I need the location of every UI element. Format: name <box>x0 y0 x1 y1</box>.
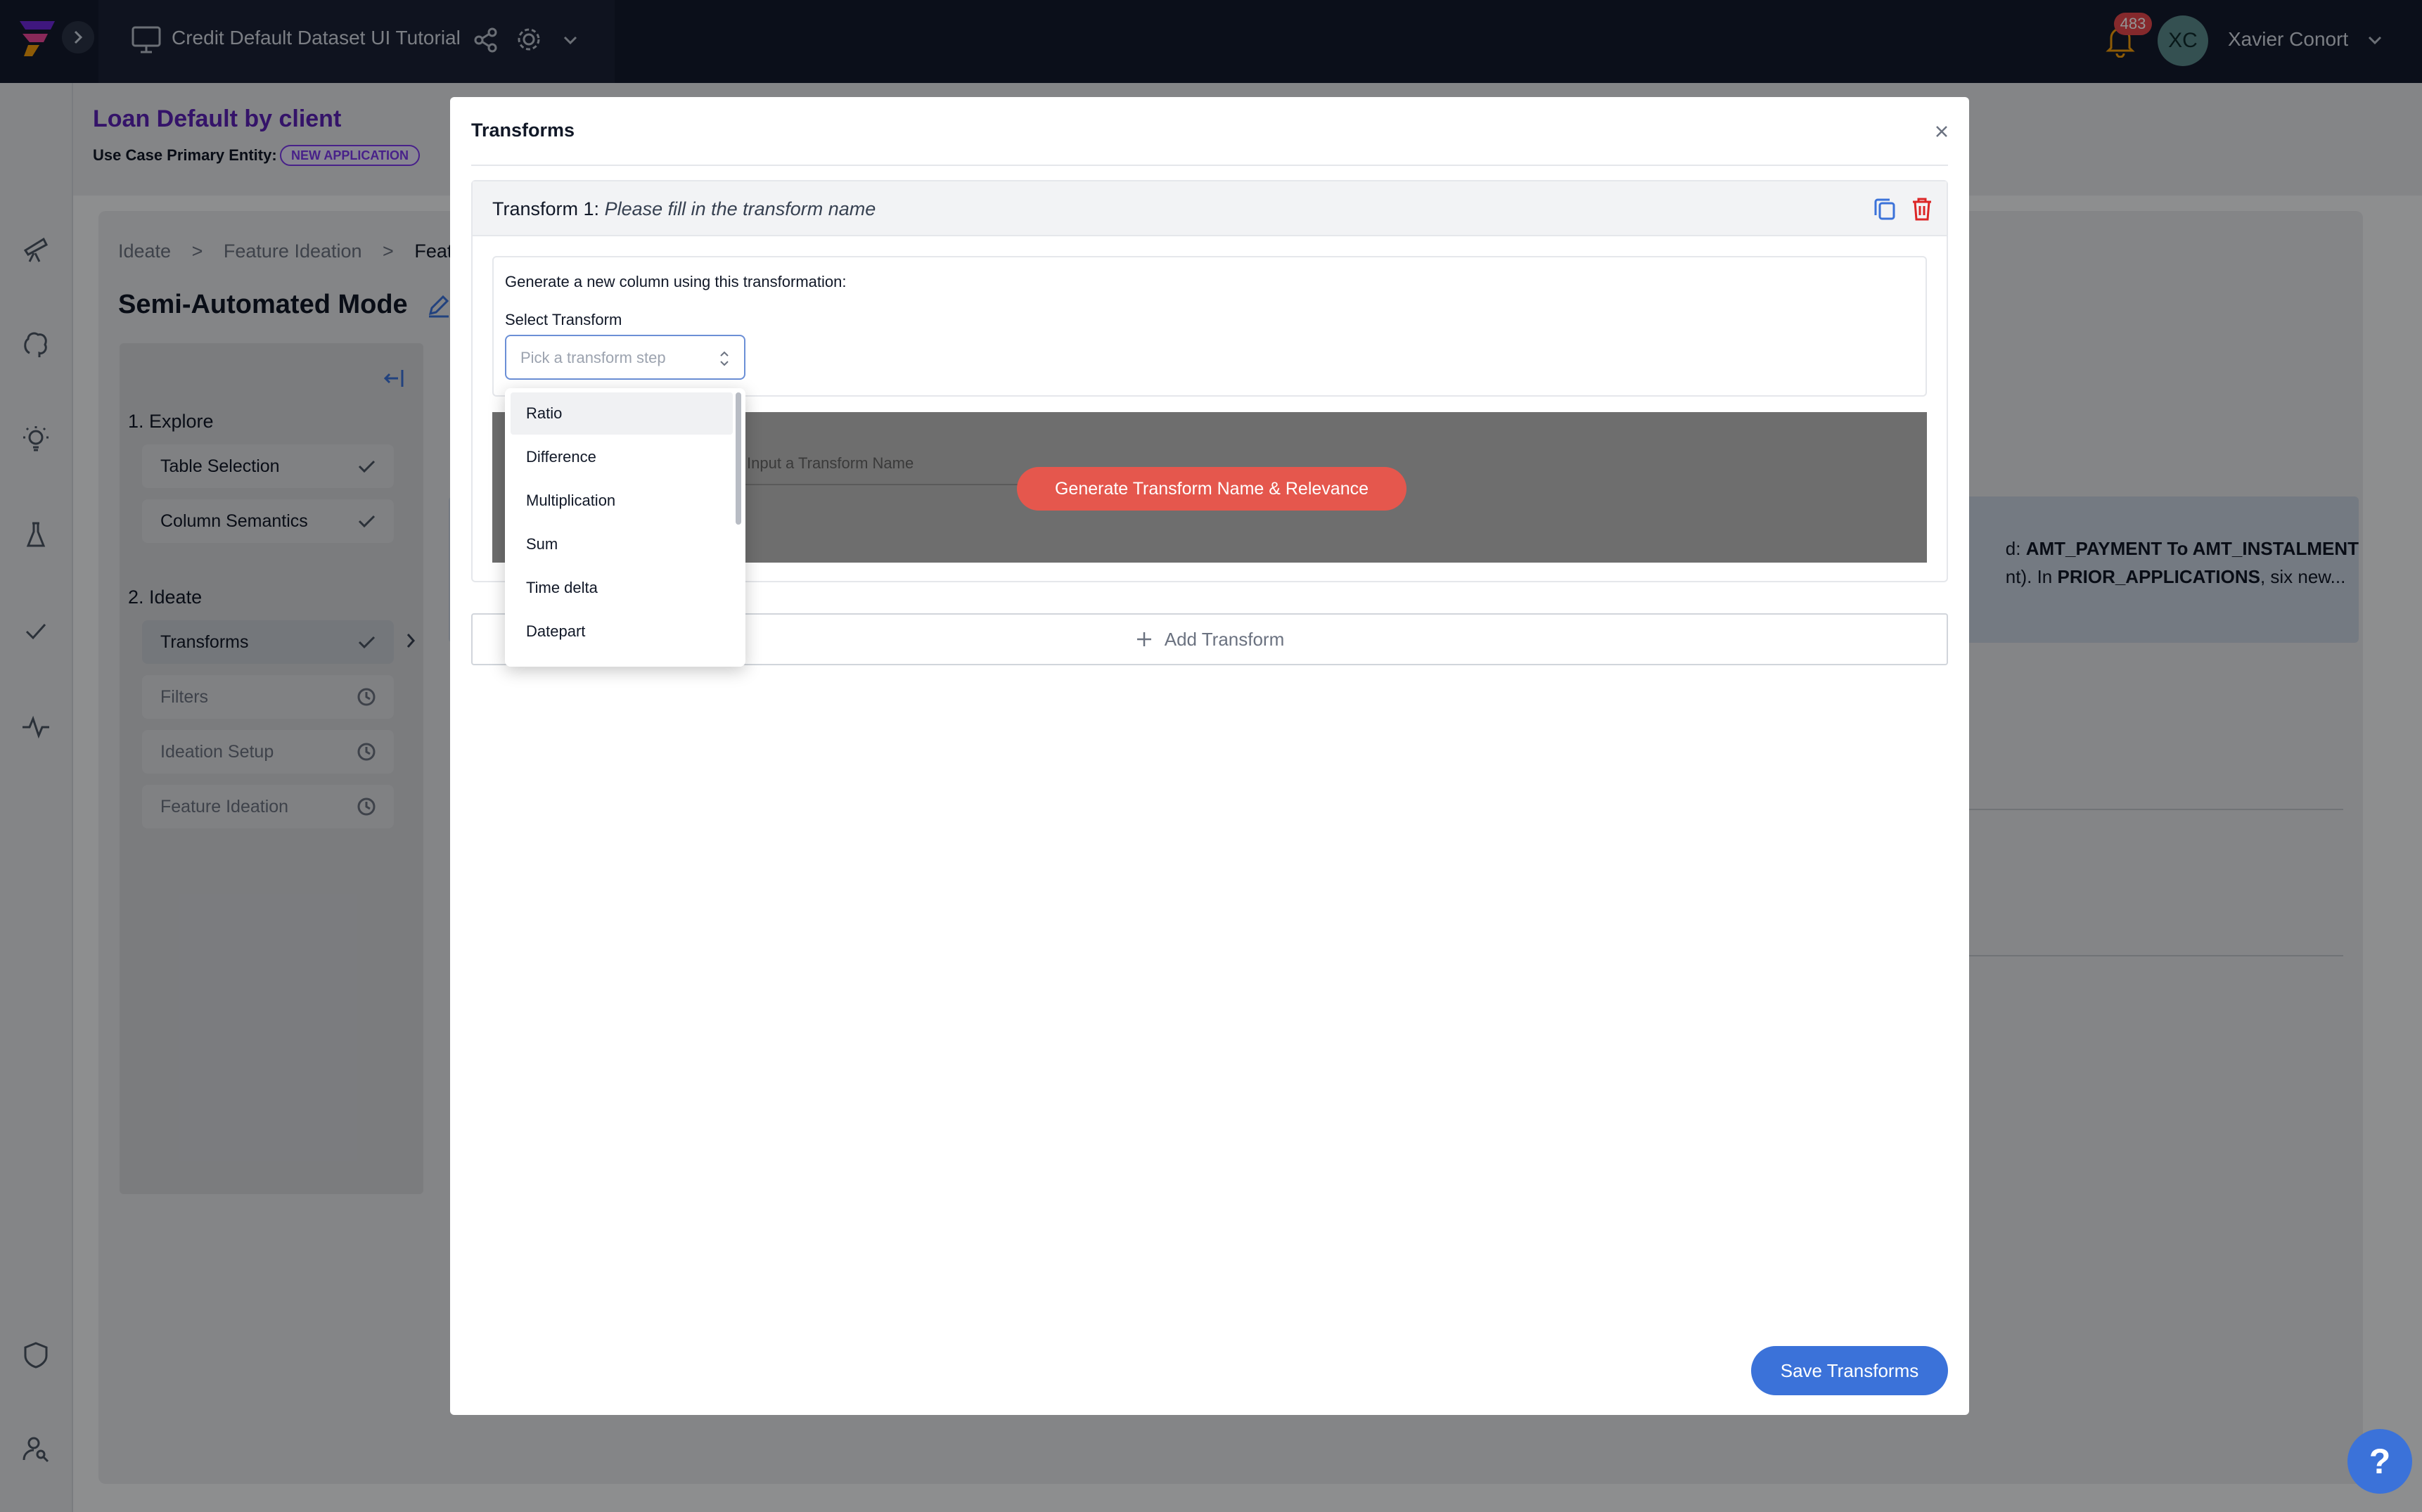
transform-options-dropdown: Ratio Difference Multiplication Sum Time… <box>505 388 745 667</box>
transform-title[interactable]: Transform 1: Please fill in the transfor… <box>492 198 876 220</box>
transform-name-placeholder: Please fill in the transform name <box>604 198 876 219</box>
copy-icon[interactable] <box>1872 196 1897 222</box>
transform-select[interactable]: Pick a transform step <box>505 335 745 380</box>
transforms-modal: Transforms Transform 1: Please fill in t… <box>450 97 1969 1415</box>
transform-config: Generate a new column using this transfo… <box>492 256 1927 397</box>
select-placeholder: Pick a transform step <box>520 349 666 366</box>
close-icon[interactable] <box>1931 121 1952 142</box>
option-ratio[interactable]: Ratio <box>511 392 733 435</box>
option-time-delta[interactable]: Time delta <box>511 567 733 609</box>
plus-icon <box>1136 632 1151 646</box>
dropdown-scrollbar[interactable] <box>736 392 741 525</box>
option-sum[interactable]: Sum <box>511 523 733 565</box>
save-transforms-button[interactable]: Save Transforms <box>1751 1346 1948 1395</box>
divider <box>471 165 1948 166</box>
add-transform-label: Add Transform <box>1164 628 1285 650</box>
option-difference[interactable]: Difference <box>511 436 733 478</box>
help-button[interactable]: ? <box>2347 1429 2412 1494</box>
option-multiplication[interactable]: Multiplication <box>511 480 733 522</box>
option-datepart[interactable]: Datepart <box>511 610 733 653</box>
trash-icon[interactable] <box>1910 196 1934 222</box>
generate-prompt: Generate a new column using this transfo… <box>505 273 847 290</box>
modal-title: Transforms <box>471 120 575 141</box>
chevron-updown-icon <box>720 351 729 366</box>
generate-name-relevance-button[interactable]: Generate Transform Name & Relevance <box>1017 467 1407 511</box>
transform-number: Transform 1: <box>492 198 600 219</box>
select-transform-label: Select Transform <box>505 311 622 328</box>
transform-name-input-placeholder: Input a Transform Name <box>747 454 914 472</box>
transform-header: Transform 1: Please fill in the transfor… <box>473 181 1947 236</box>
